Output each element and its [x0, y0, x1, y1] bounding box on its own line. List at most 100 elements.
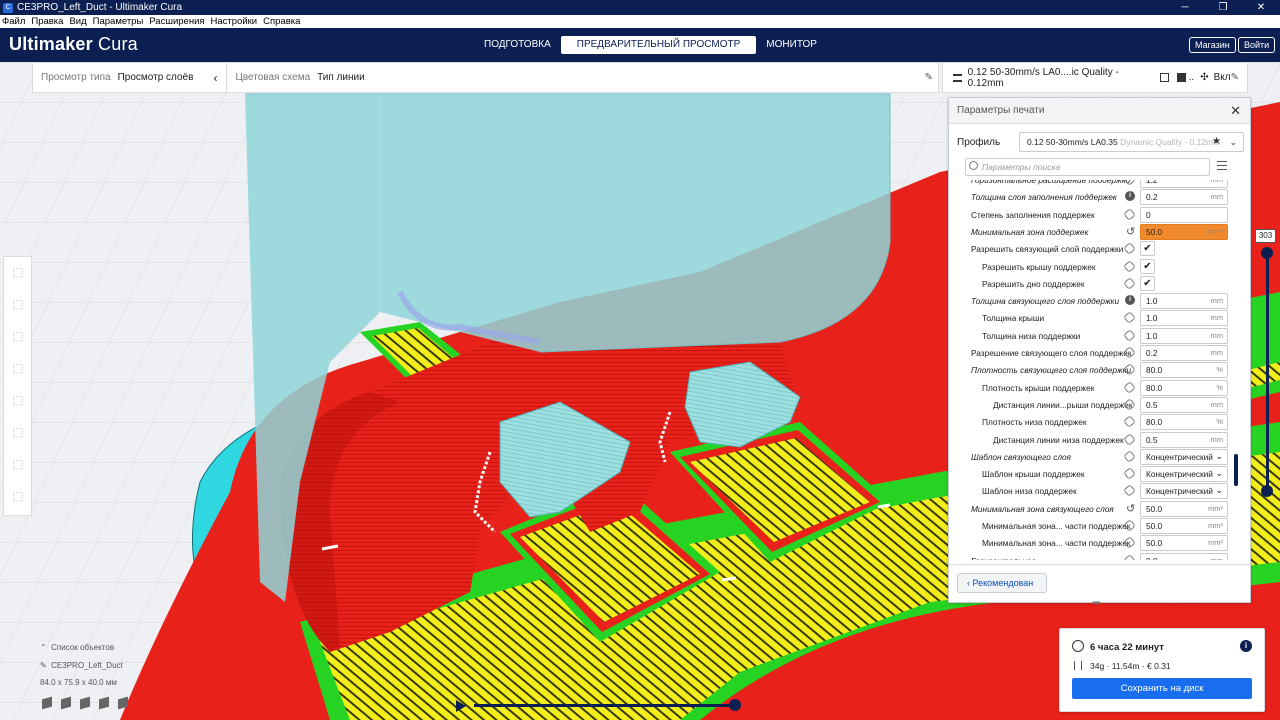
info-icon[interactable]: i: [1240, 640, 1252, 652]
link-icon[interactable]: [1123, 415, 1136, 429]
profile-dropdown[interactable]: 0.12 50-30mm/s LA0.35 Dynamic Quality - …: [1019, 132, 1244, 152]
maximize-button[interactable]: ❐: [1204, 0, 1242, 15]
settings-list[interactable]: Горизонтальное расширение поддержки 1.2 mm…: [949, 180, 1239, 560]
setting-checkbox[interactable]: ✔: [1140, 275, 1155, 291]
marketplace-button[interactable]: Магазин: [1189, 37, 1236, 53]
top-view-icon[interactable]: [80, 696, 90, 710]
setting-dropdown[interactable]: Концентрический ⌄: [1140, 483, 1228, 500]
setting-value-input[interactable]: 80.0%: [1140, 414, 1228, 431]
tab-preview[interactable]: ПРЕДВАРИТЕЛЬНЫЙ ПРОСМОТР: [560, 36, 757, 54]
support-blocker-icon[interactable]: ⬚: [9, 423, 27, 441]
setting-checkbox[interactable]: ✔: [1140, 258, 1155, 274]
move-tool-icon[interactable]: ⬚: [9, 263, 27, 281]
link-icon[interactable]: [1123, 484, 1136, 498]
layer-slider-bottom-handle[interactable]: [1261, 485, 1273, 497]
setting-value-input[interactable]: 0.0 mm: [1140, 552, 1228, 560]
path-slider-track[interactable]: [474, 704, 736, 707]
left-view-icon[interactable]: [99, 696, 109, 710]
tab-prepare[interactable]: ПОДГОТОВКА: [474, 36, 561, 54]
menu-extensions[interactable]: Расширения: [149, 16, 204, 27]
info-icon[interactable]: i: [1125, 295, 1135, 306]
settings-menu-icon[interactable]: [1217, 161, 1227, 170]
setting-value-input[interactable]: 1.2 mm: [1140, 180, 1228, 188]
rotate-tool-icon[interactable]: ⬚: [9, 327, 27, 345]
info-icon[interactable]: i: [1125, 191, 1135, 202]
tab-monitor[interactable]: МОНИТОР: [756, 36, 827, 54]
signin-button[interactable]: Войти: [1238, 37, 1276, 53]
link-icon[interactable]: [1123, 553, 1136, 560]
setting-dropdown[interactable]: Концентрический ⌄: [1140, 466, 1228, 483]
setting-value-input[interactable]: 80.0%: [1140, 362, 1228, 379]
right-view-icon[interactable]: [118, 696, 128, 710]
edit-pencil-icon[interactable]: ✎: [925, 72, 933, 83]
link-icon[interactable]: [1123, 467, 1136, 480]
setting-value-input[interactable]: 0.2 mm: [1140, 189, 1228, 206]
print-settings-selector[interactable]: 0.12 50-30mm/s LA0....ic Quality - 0.12m…: [942, 62, 1248, 93]
setting-value-input[interactable]: 50.0 mm²: [1140, 518, 1228, 534]
setting-value-input[interactable]: 50.0 mm²: [1140, 223, 1228, 240]
collapse-chevron-icon[interactable]: ‹: [213, 71, 217, 85]
per-model-settings-icon[interactable]: ⬚: [9, 391, 27, 409]
setting-dropdown[interactable]: Концентрический ⌄: [1140, 448, 1228, 465]
link-icon[interactable]: [1123, 242, 1136, 256]
menu-view[interactable]: Вид: [69, 16, 86, 27]
close-icon[interactable]: ✕: [1230, 103, 1241, 119]
setting-unit: mm: [1210, 330, 1224, 340]
view-type-panel: Просмотр типа Просмотр слоёв ‹ Цветовая …: [32, 62, 939, 93]
reset-icon[interactable]: ↺: [1126, 225, 1135, 238]
mirror-tool-icon[interactable]: ⬚: [9, 359, 27, 377]
path-slider-handle[interactable]: [729, 699, 741, 711]
link-icon[interactable]: [1123, 328, 1136, 342]
menu-preferences[interactable]: Настройки: [211, 16, 258, 27]
setting-value-input[interactable]: 0: [1140, 206, 1228, 223]
setting-value-input[interactable]: 1.0 mm: [1140, 310, 1228, 327]
tool-icon[interactable]: ⬚: [9, 487, 27, 505]
menu-settings[interactable]: Параметры: [93, 16, 144, 27]
layer-slider-track[interactable]: [1266, 252, 1269, 490]
setting-value-input[interactable]: 0.5 mm: [1140, 396, 1228, 413]
setting-row: Разрешение связующего слоя поддержек 0.2 m…: [949, 345, 1239, 362]
recommended-label: Рекомендован: [972, 578, 1034, 588]
edit-pencil-icon[interactable]: ✎: [1231, 72, 1239, 83]
setting-value-input[interactable]: 0.5 mm: [1140, 431, 1228, 448]
setting-value-input[interactable]: 50.0 mm²: [1140, 535, 1228, 552]
setting-value-input[interactable]: 1.0 mm: [1140, 327, 1228, 344]
link-icon[interactable]: [1123, 311, 1136, 325]
layer-number-field[interactable]: 303: [1255, 229, 1276, 243]
link-icon[interactable]: [1123, 432, 1136, 446]
setting-value-input[interactable]: 50.0 mm²: [1140, 500, 1228, 517]
tool-icon[interactable]: ⬚: [9, 455, 27, 473]
setting-checkbox[interactable]: ✔: [1140, 241, 1155, 257]
scale-tool-icon[interactable]: ⬚: [9, 295, 27, 313]
link-icon[interactable]: [1123, 259, 1136, 273]
panel-resize-handle[interactable]: •••: [1092, 598, 1100, 609]
play-icon[interactable]: [456, 700, 466, 712]
link-icon[interactable]: [1123, 449, 1136, 463]
menu-help[interactable]: Справка: [263, 16, 300, 27]
object-name-row[interactable]: ✎ CE3PRO_Left_Duct: [40, 661, 123, 670]
setting-name: Дистанция линии низа поддержек: [993, 434, 1124, 445]
settings-scrollbar[interactable]: [1234, 454, 1238, 486]
recommended-button[interactable]: ‹ Рекомендован: [957, 573, 1047, 593]
link-icon[interactable]: [1123, 207, 1136, 221]
save-to-disk-button[interactable]: Сохранить на диск: [1072, 678, 1252, 699]
layer-slider-top-handle[interactable]: [1261, 247, 1273, 259]
setting-unit: mm: [1210, 192, 1224, 202]
settings-search-input[interactable]: Параметры поиска: [965, 158, 1210, 176]
menu-file[interactable]: Файл: [2, 16, 25, 27]
menu-edit[interactable]: Правка: [31, 16, 63, 27]
link-icon[interactable]: [1123, 276, 1136, 290]
front-view-icon[interactable]: [61, 696, 71, 710]
object-list-toggle[interactable]: ⌃ Список объектов: [40, 643, 114, 652]
setting-value-input[interactable]: 80.0%: [1140, 379, 1228, 396]
setting-value-input[interactable]: 1.0 mm: [1140, 293, 1228, 310]
close-window-button[interactable]: ✕: [1242, 0, 1280, 15]
star-icon[interactable]: ★: [1212, 133, 1221, 151]
minimize-button[interactable]: ─: [1166, 0, 1204, 15]
color-scheme-select[interactable]: Тип линии: [317, 72, 365, 83]
setting-value-input[interactable]: 0.2 mm: [1140, 345, 1228, 361]
view-type-select[interactable]: Просмотр слоёв: [118, 72, 194, 83]
3d-view-icon[interactable]: [42, 696, 52, 710]
link-icon[interactable]: [1123, 380, 1136, 394]
reset-icon[interactable]: ↺: [1126, 502, 1135, 515]
